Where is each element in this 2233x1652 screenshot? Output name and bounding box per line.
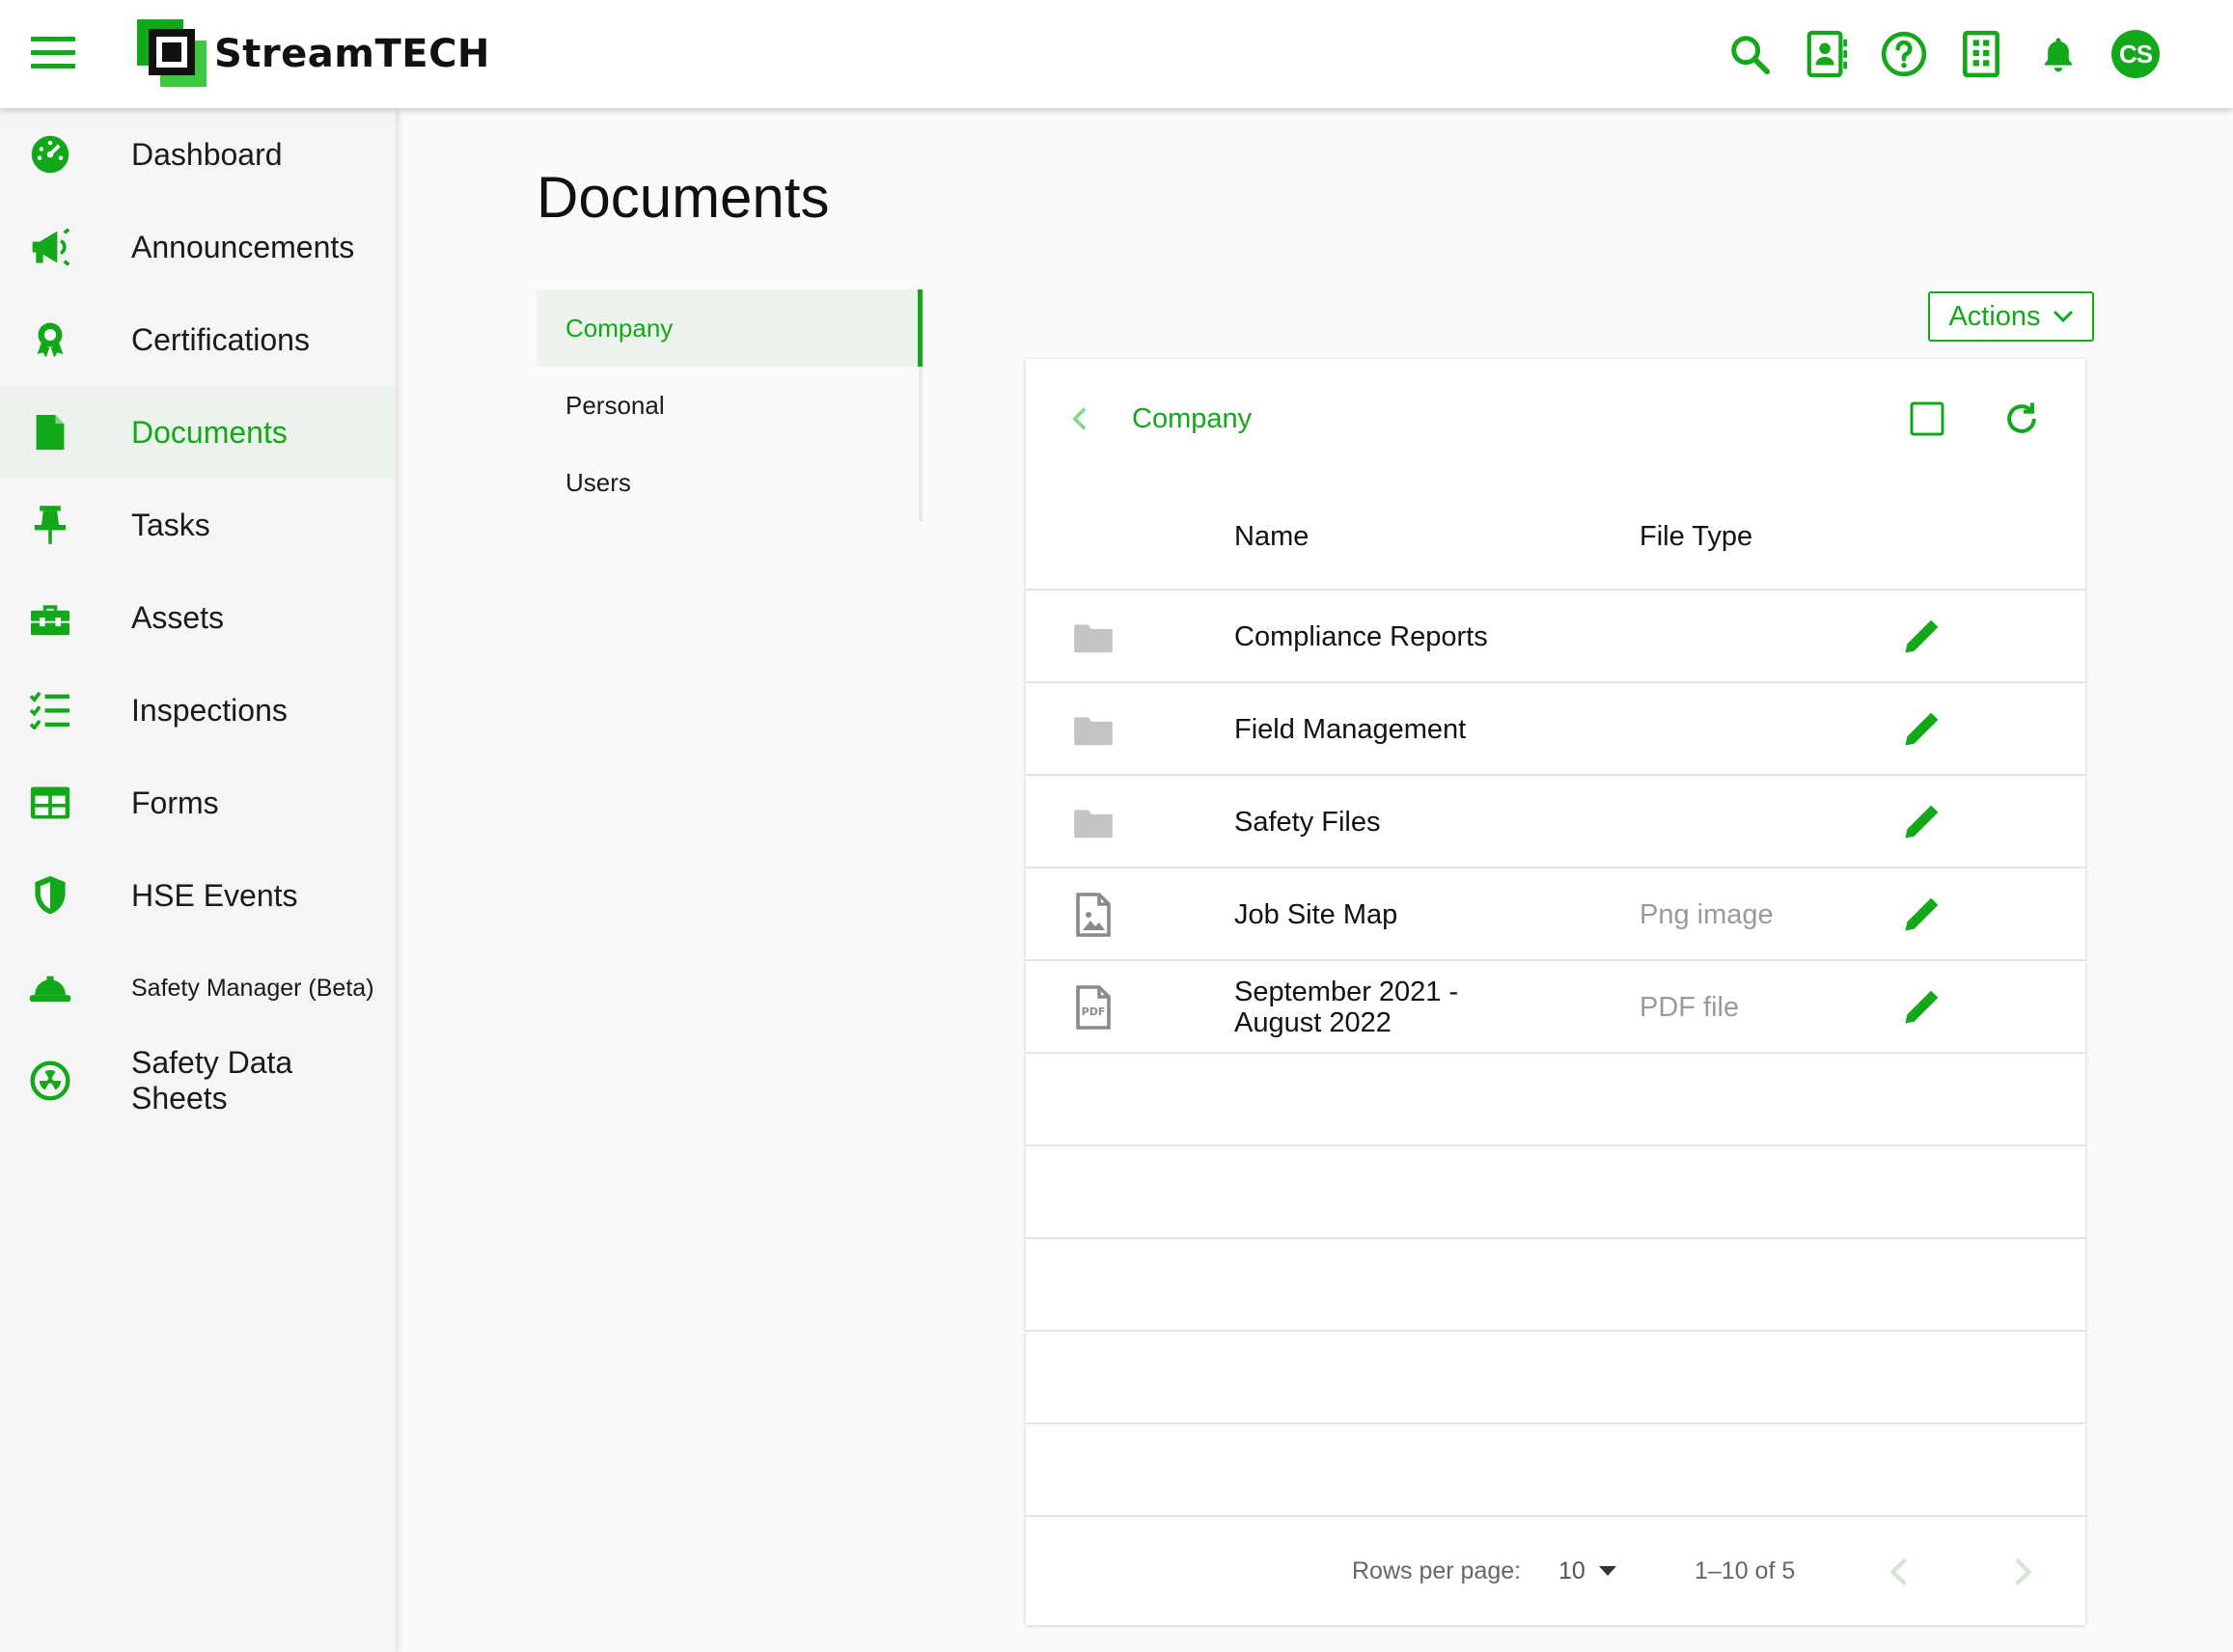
award-icon	[27, 317, 73, 363]
sidebar-item-label: Safety Data Sheets	[131, 1045, 293, 1115]
hard-hat-icon	[27, 965, 73, 1011]
sidebar-item-label: Forms	[131, 785, 219, 820]
empty-table-row	[1026, 1054, 2085, 1146]
edit-pencil-icon[interactable]	[1900, 894, 1943, 936]
row-name: Field Management	[1234, 714, 1467, 745]
sidebar-item-label: Assets	[131, 599, 225, 635]
checklist-icon	[27, 687, 73, 733]
select-all-checkbox-icon[interactable]	[1910, 401, 1944, 436]
hazard-icon	[27, 1058, 73, 1104]
pagination-range: 1–10 of 5	[1695, 1557, 1796, 1584]
logo-mark-icon	[135, 17, 210, 91]
sidebar-item-safety-manager[interactable]: Safety Manager (Beta)	[0, 942, 396, 1034]
table-icon	[27, 780, 73, 826]
refresh-icon[interactable]	[2000, 398, 2043, 440]
megaphone-icon	[27, 224, 73, 270]
edit-pencil-icon[interactable]	[1900, 708, 1943, 751]
column-header-file-type[interactable]: File Type	[1640, 521, 1752, 553]
table-row[interactable]: Safety Files	[1026, 776, 2085, 868]
row-name: September 2021 - August 2022	[1234, 961, 1458, 1054]
sidebar-item-label: Certifications	[131, 321, 310, 357]
row-name: Safety Files	[1234, 807, 1381, 838]
rows-per-page-value: 10	[1558, 1556, 1585, 1584]
sidebar-item-label: Announcements	[131, 229, 355, 264]
next-page-icon[interactable]	[2008, 1556, 2037, 1588]
page-title: Documents	[537, 165, 830, 230]
breadcrumb[interactable]: Company	[1132, 403, 1252, 435]
building-icon[interactable]	[1957, 29, 2005, 79]
previous-page-icon[interactable]	[1885, 1556, 1914, 1588]
user-avatar[interactable]: CS	[2111, 30, 2160, 78]
row-name: Job Site Map	[1234, 899, 1398, 930]
chevron-left-icon[interactable]	[1068, 405, 1091, 432]
row-file-type: Png image	[1640, 898, 1774, 930]
chevron-down-icon	[2053, 310, 2073, 323]
sidebar-item-label: Dashboard	[131, 136, 283, 172]
actions-button-label: Actions	[1948, 300, 2041, 332]
contact-card-icon[interactable]	[1803, 29, 1851, 79]
streamtech-logo[interactable]: StreamTECH	[135, 17, 490, 91]
sidebar-item-certifications[interactable]: Certifications	[0, 293, 396, 386]
tab-users[interactable]: Users	[537, 444, 923, 521]
sidebar-item-label: Tasks	[131, 507, 210, 542]
edit-pencil-icon[interactable]	[1900, 801, 1943, 843]
help-icon[interactable]	[1880, 29, 1928, 79]
toolbox-icon	[27, 594, 73, 641]
pdf-file-icon: PDF	[1070, 982, 1116, 1032]
tab-personal[interactable]: Personal	[537, 367, 923, 444]
image-file-icon	[1070, 890, 1116, 940]
edit-pencil-icon[interactable]	[1900, 616, 1943, 658]
dashboard-gauge-icon	[27, 131, 73, 178]
sidebar-item-label: Documents	[131, 414, 288, 450]
document-category-tabs: Company Personal Users	[537, 289, 923, 521]
sidebar-item-forms[interactable]: Forms	[0, 757, 396, 849]
empty-table-row	[1026, 1239, 2085, 1332]
folder-icon	[1070, 612, 1116, 662]
search-icon[interactable]	[1725, 29, 1774, 79]
row-name-line1: September 2021 -	[1234, 977, 1459, 1007]
folder-icon	[1070, 704, 1116, 755]
sidebar-item-assets[interactable]: Assets	[0, 571, 396, 664]
pdf-badge-text: PDF	[1082, 1005, 1106, 1018]
tab-company[interactable]: Company	[537, 289, 923, 367]
table-row[interactable]: Compliance Reports	[1026, 591, 2085, 683]
top-app-bar: StreamTECH CS	[0, 0, 2233, 108]
sidebar-item-label: Inspections	[131, 692, 288, 728]
document-icon	[27, 409, 73, 455]
pagination-footer: Rows per page: 10 1–10 of 5	[1026, 1517, 2085, 1625]
row-name: Compliance Reports	[1234, 621, 1488, 652]
shield-icon	[27, 872, 73, 919]
rows-per-page-label: Rows per page:	[1352, 1557, 1522, 1584]
menu-icon[interactable]	[31, 37, 75, 71]
column-header-name[interactable]: Name	[1234, 521, 1309, 553]
sidebar: Dashboard Announcements Certifications D…	[0, 108, 396, 1652]
table-row[interactable]: PDF September 2021 - August 2022 PDF fil…	[1026, 961, 2085, 1054]
row-file-type: PDF file	[1640, 991, 1740, 1023]
pushpin-icon	[27, 502, 73, 548]
sidebar-item-documents[interactable]: Documents	[0, 386, 396, 479]
rows-per-page-select[interactable]: 10	[1558, 1552, 1628, 1590]
sidebar-item-dashboard[interactable]: Dashboard	[0, 108, 396, 201]
documents-panel: Company Name File Type Compliance Report…	[1026, 359, 2085, 1625]
table-row[interactable]: Job Site Map Png image	[1026, 868, 2085, 961]
actions-button[interactable]: Actions	[1928, 291, 2094, 342]
edit-pencil-icon[interactable]	[1900, 986, 1943, 1029]
sidebar-item-safety-data-sheets[interactable]: Safety Data Sheets	[0, 1034, 396, 1127]
empty-table-row	[1026, 1146, 2085, 1239]
sidebar-item-label: Safety Manager (Beta)	[131, 974, 374, 1002]
panel-header: Company	[1026, 359, 2085, 482]
sidebar-item-inspections[interactable]: Inspections	[0, 664, 396, 757]
sidebar-item-tasks[interactable]: Tasks	[0, 479, 396, 571]
bell-icon[interactable]	[2034, 29, 2082, 79]
row-name-line2: August 2022	[1234, 1007, 1392, 1038]
empty-table-row	[1026, 1332, 2085, 1424]
sidebar-item-label: HSE Events	[131, 877, 298, 913]
sidebar-item-hse-events[interactable]: HSE Events	[0, 849, 396, 942]
empty-table-row	[1026, 1424, 2085, 1517]
caret-down-icon	[1598, 1566, 1616, 1576]
table-row[interactable]: Field Management	[1026, 683, 2085, 776]
folder-icon	[1070, 797, 1116, 847]
sidebar-item-announcements[interactable]: Announcements	[0, 201, 396, 293]
logo-text: StreamTECH	[214, 32, 490, 76]
